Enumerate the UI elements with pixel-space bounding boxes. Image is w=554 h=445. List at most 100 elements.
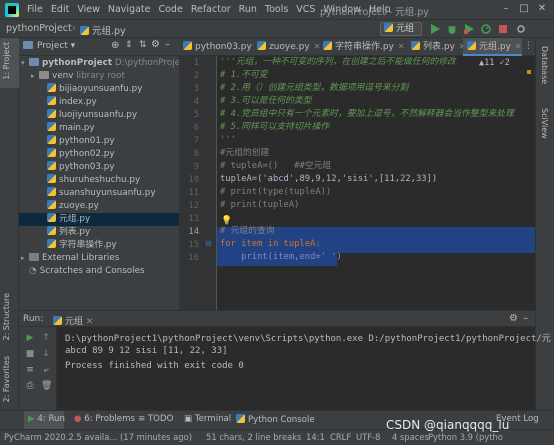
tree-file-selected[interactable]: 元组.py (19, 213, 179, 226)
tree-file[interactable]: index.py (19, 96, 179, 109)
profile-icon[interactable] (481, 24, 491, 34)
run-label: Run: (23, 314, 44, 324)
warning-marker[interactable] (527, 70, 531, 74)
tree-file[interactable]: 字符串操作.py (19, 239, 179, 252)
breadcrumb-project[interactable]: pythonProject (6, 23, 72, 34)
line-number: 2 (193, 71, 199, 81)
python-file-icon (47, 187, 56, 196)
status-interpreter[interactable]: Python 3.9 (pytho (428, 432, 503, 442)
line-number: 16 (188, 253, 199, 263)
line-number: 10 (188, 175, 199, 185)
expand-icon[interactable]: ⇕ (125, 40, 133, 50)
right-tool-strip: Database SciView (535, 38, 554, 410)
run-tab[interactable]: 元组 ✕ (53, 314, 93, 327)
tree-external-libraries[interactable]: ▸ External Libraries (19, 252, 179, 265)
tab-string-ops[interactable]: 字符串操作.py ✕ (319, 38, 405, 56)
maximize-icon[interactable]: □ (518, 3, 530, 15)
menu-navigate[interactable]: Navigate (104, 4, 155, 15)
pycharm-logo-icon (5, 2, 19, 17)
run-configuration-select[interactable]: 元组 ▾ (380, 22, 422, 46)
console-output[interactable]: D:\pythonProject1\pythonProject\venv\Scr… (57, 327, 551, 410)
settings-icon[interactable] (516, 24, 526, 34)
tree-file[interactable]: main.py (19, 122, 179, 135)
menu-edit[interactable]: Edit (47, 4, 73, 15)
tree-file[interactable]: luojiyunsuanfu.py (19, 109, 179, 122)
pin-icon[interactable]: ≡ (25, 365, 35, 375)
soft-wrap-icon[interactable]: ⤶ (41, 365, 51, 375)
line-number: 4 (193, 97, 199, 107)
menu-file[interactable]: File (23, 4, 47, 15)
menu-vcs[interactable]: VCS (292, 4, 319, 15)
problems-tool-tab[interactable]: ● 6: Problems (74, 414, 135, 424)
menu-tools[interactable]: Tools (261, 4, 292, 15)
python-file-icon (323, 41, 332, 50)
minimize-icon[interactable]: – (500, 3, 512, 15)
tree-venv[interactable]: ▸ venv library root (19, 70, 179, 83)
python-file-icon (47, 239, 56, 248)
status-caret-position[interactable]: 14:1 (306, 432, 325, 442)
menu-code[interactable]: Code (154, 4, 186, 15)
project-panel-header: Project ▾ ⊕ ⇕ ⇅ ⚙ – (19, 38, 179, 56)
tab-tuple[interactable]: 元组.py ✕ (463, 38, 522, 56)
trash-icon[interactable]: 🗑 (41, 381, 52, 391)
hide-icon[interactable]: – (165, 39, 170, 50)
status-indent[interactable]: 4 spaces (392, 432, 429, 442)
debug-icon[interactable] (447, 24, 457, 34)
inspection-widget[interactable]: ▲11 ✓2 (479, 58, 510, 68)
terminal-tool-tab[interactable]: ▣ Terminal (184, 414, 231, 424)
gear-icon[interactable]: ⚙ (151, 39, 160, 50)
print-icon[interactable]: ⎙ (25, 381, 35, 391)
coverage-icon[interactable] (464, 24, 474, 34)
python-console-tool-tab[interactable]: Python Console (236, 414, 315, 425)
tab-list[interactable]: 列表.py✕ (407, 38, 466, 56)
close-tab-icon[interactable]: ✕ (398, 42, 405, 51)
tab-zuoye[interactable]: zuoye.py ✕ (253, 38, 320, 56)
tree-file[interactable]: shuruheshuchu.py (19, 174, 179, 187)
stop-icon[interactable]: ■ (25, 349, 35, 359)
menu-refactor[interactable]: Refactor (187, 4, 235, 15)
stop-icon[interactable] (498, 24, 508, 34)
close-icon[interactable]: ✕ (536, 3, 548, 15)
tree-file[interactable]: suanshuyunsuanfu.py (19, 187, 179, 200)
python-file-icon (47, 148, 56, 157)
favorites-tool-tab[interactable]: 2: Favorites (2, 356, 11, 402)
menu-view[interactable]: View (73, 4, 104, 15)
project-tool-tab[interactable]: 1: Project (2, 42, 11, 80)
status-message[interactable]: PyCharm 2020.2.5 availa... (17 minutes a… (4, 432, 192, 442)
arrow-down-icon[interactable]: ↓ (41, 349, 51, 359)
tree-file[interactable]: 列表.py (19, 226, 179, 239)
code-line: # 元组的查询 (220, 226, 275, 236)
tree-file[interactable]: zuoye.py (19, 200, 179, 213)
tree-file[interactable]: python03.py (19, 161, 179, 174)
structure-tool-tab[interactable]: 2: Structure (2, 293, 11, 341)
tree-root[interactable]: ▾ pythonProject D:\pythonProject1\ (19, 57, 197, 70)
collapse-icon[interactable]: ⇅ (139, 40, 147, 50)
status-encoding[interactable]: UTF-8 (356, 432, 380, 442)
status-line-separator[interactable]: CRLF (330, 432, 351, 442)
chevron-right-icon: ▸ (21, 254, 25, 262)
todo-tool-tab[interactable]: ≡ TODO (138, 414, 173, 424)
run-icon[interactable] (430, 24, 440, 34)
line-number: 12 (188, 201, 199, 211)
fold-icon[interactable]: ⊟ (205, 239, 212, 248)
tree-file[interactable]: python01.py (19, 135, 179, 148)
breadcrumb-file[interactable]: 元组.py (80, 23, 126, 37)
tree-file[interactable]: bijiaoyunsuanfu.py (19, 83, 179, 96)
locate-icon[interactable]: ⊕ (111, 40, 119, 51)
sciview-tool-tab[interactable]: SciView (540, 108, 549, 139)
tab-python03[interactable]: python03.py✕ (179, 38, 263, 56)
chevron-right-icon: ▸ (31, 72, 35, 80)
hide-icon[interactable]: – (523, 313, 528, 324)
tree-scratches[interactable]: ◔ Scratches and Consoles (19, 265, 179, 278)
close-tab-icon[interactable]: ✕ (515, 42, 522, 51)
arrow-up-icon[interactable]: ↑ (41, 333, 51, 343)
tab-menu-icon[interactable]: ⋮ (524, 41, 533, 51)
run-tool-tab[interactable]: ▶ 4: Run (28, 414, 65, 424)
project-view-selector[interactable]: Project ▾ (37, 41, 75, 51)
database-tool-tab[interactable]: Database (540, 46, 549, 84)
code-editor[interactable]: 💡 '''元组，一种不可变的序列，在创建之后不能做任何的修改 # 1.不可变 #… (217, 56, 535, 310)
rerun-icon[interactable]: ▶ (25, 333, 35, 343)
tree-file[interactable]: python02.py (19, 148, 179, 161)
menu-run[interactable]: Run (235, 4, 261, 15)
gear-icon[interactable]: ⚙ (509, 313, 518, 324)
